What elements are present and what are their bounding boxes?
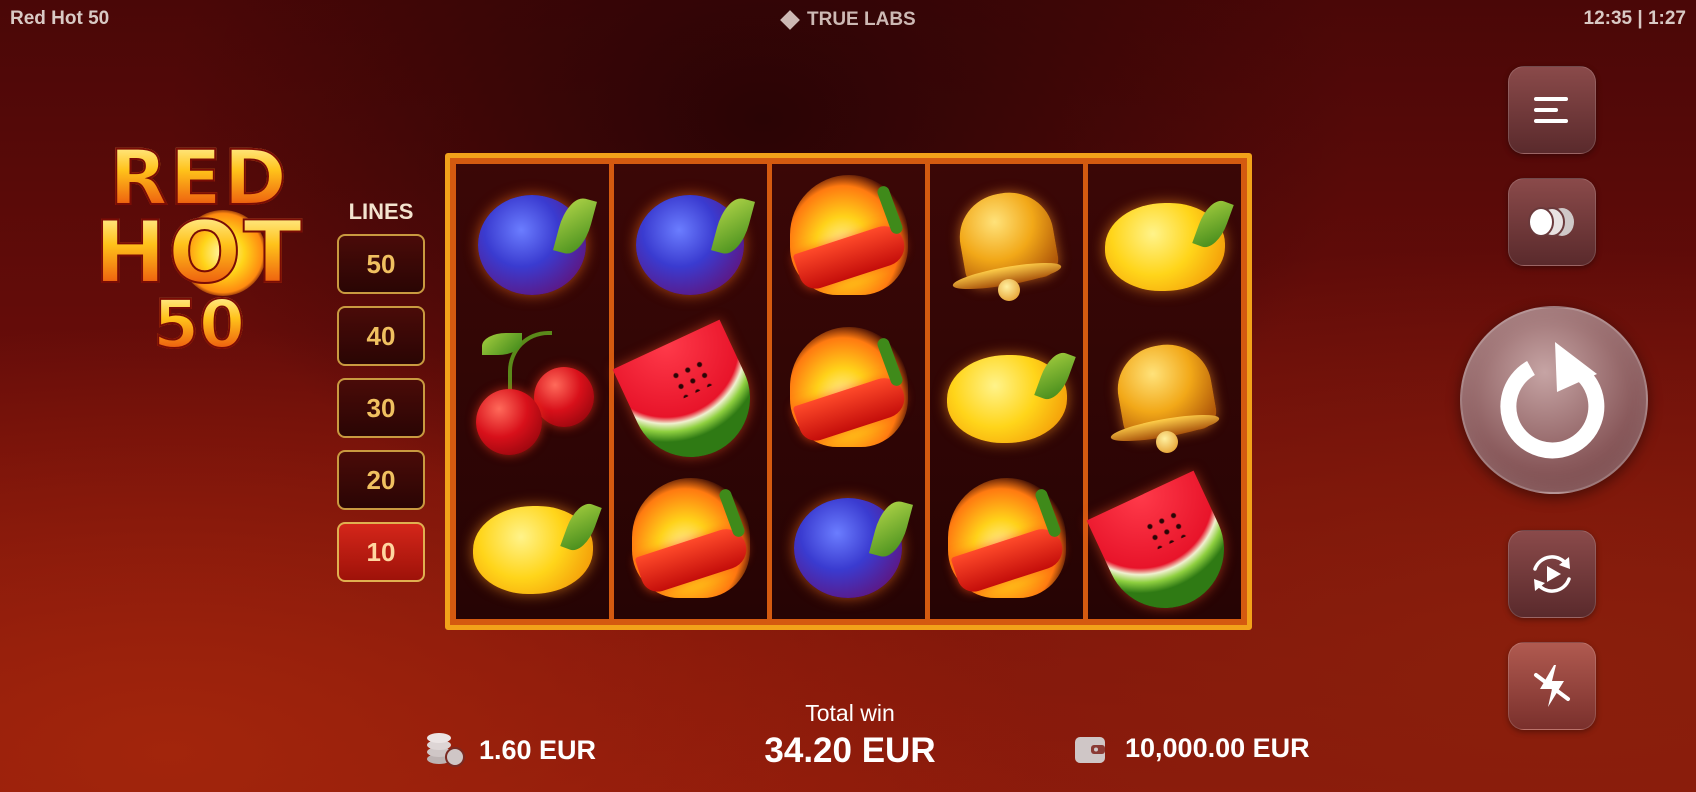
chili-icon [626, 478, 756, 608]
reel-cell [612, 316, 769, 476]
total-win-label: Total win [805, 700, 895, 726]
reel-cell [772, 164, 925, 316]
bet-value: 1.60 EUR [479, 734, 597, 765]
lines-option-10[interactable]: 10 [337, 522, 425, 582]
menu-button[interactable] [1508, 66, 1596, 154]
bet-settings-button[interactable] [1508, 178, 1596, 266]
reels [456, 164, 1243, 628]
reel-5 [1086, 164, 1243, 628]
reel-cell [1088, 164, 1241, 316]
reel-4 [930, 164, 1083, 619]
chili-icon [784, 174, 914, 305]
balance-value: 10,000.00 EUR [1125, 733, 1310, 763]
reel-cell [930, 316, 1083, 468]
game-title: Red Hot 50 [10, 8, 110, 29]
reel-3 [772, 164, 925, 619]
reel-2 [612, 164, 769, 619]
reel-cell [930, 164, 1083, 316]
reel-cell [614, 164, 767, 316]
wallet-icon [1075, 736, 1105, 763]
bet-display: 1.60 EUR [425, 733, 596, 767]
turbo-button[interactable] [1508, 642, 1596, 730]
turbo-icon [1534, 665, 1570, 707]
brand-label: TRUE LABS [807, 9, 916, 30]
bell-icon [942, 175, 1072, 305]
cherry-icon [468, 327, 598, 457]
autoplay-button[interactable] [1508, 530, 1596, 618]
diamond-icon [780, 10, 800, 30]
lemon-icon [1100, 175, 1234, 305]
chili-icon [784, 326, 914, 457]
watermelon-icon [612, 319, 769, 476]
autoplay-icon [1533, 555, 1571, 593]
reel-cell [1088, 316, 1241, 468]
reel-1 [456, 164, 609, 619]
lines-option-40[interactable]: 40 [337, 306, 425, 366]
total-win-value: 34.20 EUR [764, 731, 936, 770]
plum-icon [626, 175, 756, 305]
menu-icon [1534, 97, 1568, 123]
reel-cell [456, 316, 609, 468]
brand: TRUE LABS [780, 9, 916, 31]
reel-cell [1086, 467, 1243, 628]
watermelon-icon [1086, 470, 1243, 628]
lines-option-30[interactable]: 30 [337, 378, 425, 438]
spin-button[interactable] [1460, 306, 1648, 494]
reel-cell [456, 164, 609, 316]
lemon-icon [468, 478, 602, 608]
lines-label: LINES [348, 199, 414, 224]
chili-icon [942, 478, 1072, 608]
reel-cell [772, 316, 925, 468]
plum-icon [468, 175, 598, 305]
spin-icon [1500, 342, 1605, 459]
reel-cell [456, 467, 609, 619]
lemon-icon [942, 327, 1076, 457]
coins-stack-icon [427, 733, 465, 767]
reel-cell [772, 467, 925, 619]
coins-icon [1528, 207, 1574, 237]
reel-cell [614, 467, 767, 619]
lines-option-20[interactable]: 20 [337, 450, 425, 510]
bell-icon [1100, 327, 1230, 457]
logo-line-hot: HOT [74, 209, 324, 297]
lines-option-50[interactable]: 50 [337, 234, 425, 294]
balance-display: 10,000.00 EUR [1075, 733, 1310, 764]
plum-icon [784, 478, 914, 608]
game-logo: RED HOT 50 [74, 139, 324, 380]
clock: 12:35 | 1:27 [1583, 8, 1687, 29]
top-bar: Red Hot 50 TRUE LABS 12:35 | 1:27 [0, 0, 1696, 40]
reel-cell [930, 467, 1083, 619]
reels-frame [445, 153, 1252, 630]
